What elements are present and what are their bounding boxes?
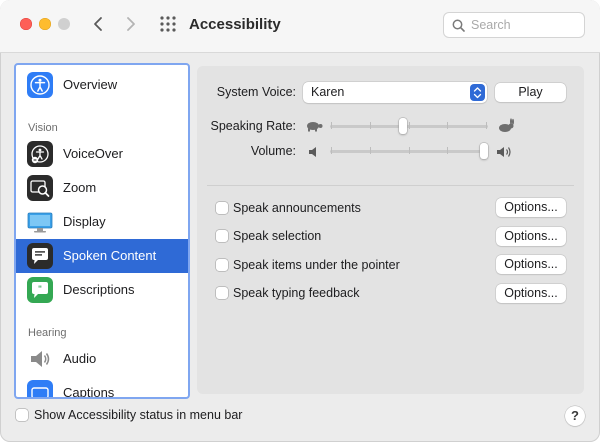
chevron-right-icon — [127, 17, 135, 31]
volume-slider[interactable] — [330, 143, 488, 161]
search-icon — [452, 19, 465, 32]
sidebar-item-label: Descriptions — [63, 282, 135, 297]
speak-selection-label: Speak selection — [233, 229, 322, 243]
sidebar-item-display[interactable]: Display — [16, 205, 188, 239]
speak-announcements-label: Speak announcements — [233, 201, 361, 215]
slider-tick — [370, 122, 371, 129]
sidebar-item-label: Audio — [63, 351, 97, 366]
display-icon — [27, 212, 53, 233]
separator — [207, 185, 574, 186]
window-title: Accessibility — [189, 16, 281, 33]
voiceover-icon — [27, 141, 53, 167]
speak-items-under-pointer-options-button[interactable]: Options... — [496, 255, 566, 274]
slider-tick — [409, 122, 410, 129]
slider-tick — [409, 147, 410, 154]
speak-announcements-options-button[interactable]: Options... — [496, 198, 566, 217]
slider-thumb[interactable] — [480, 143, 488, 159]
slider-tick — [331, 122, 332, 129]
grid-icon — [160, 16, 176, 32]
close-window-button[interactable] — [20, 18, 32, 30]
search-field[interactable]: Search — [443, 12, 585, 38]
preferences-window: Accessibility Search Overview Vision Voi… — [0, 0, 600, 442]
speak-announcements-checkbox[interactable] — [216, 202, 228, 214]
slider-tick — [447, 122, 448, 129]
sidebar: Overview Vision VoiceOver Zoom Display S… — [14, 63, 190, 399]
rabbit-icon — [499, 118, 514, 132]
show-status-in-menu-bar-label: Show Accessibility status in menu bar — [34, 408, 243, 422]
speaker-icon — [31, 351, 50, 367]
slider-tick — [486, 122, 487, 129]
volume-label: Volume: — [250, 144, 296, 158]
slider-tick — [447, 147, 448, 154]
system-voice-popup[interactable]: Karen — [303, 82, 487, 103]
speak-typing-feedback-checkbox[interactable] — [216, 287, 228, 299]
speak-typing-feedback-label: Speak typing feedback — [233, 286, 360, 300]
forward-button[interactable] — [120, 13, 142, 35]
sidebar-item-label: Display — [63, 214, 106, 229]
volume-high-icon — [497, 147, 511, 157]
speaking-rate-label: Speaking Rate: — [210, 119, 296, 133]
speak-typing-feedback-options-button[interactable]: Options... — [496, 284, 566, 303]
sidebar-section-hearing: Hearing — [28, 327, 67, 339]
system-voice-value: Karen — [311, 85, 345, 99]
sidebar-item-zoom[interactable]: Zoom — [16, 171, 188, 205]
speak-selection-checkbox[interactable] — [216, 230, 228, 242]
captions-icon — [27, 380, 53, 397]
search-placeholder: Search — [471, 18, 511, 32]
sidebar-item-captions[interactable]: Captions — [16, 376, 188, 399]
sidebar-item-audio[interactable]: Audio — [16, 342, 188, 376]
slider-thumb[interactable] — [399, 118, 407, 134]
speak-selection-options-button[interactable]: Options... — [496, 227, 566, 246]
zoom-window-button[interactable] — [58, 18, 70, 30]
speak-items-under-pointer-checkbox[interactable] — [216, 259, 228, 271]
help-button[interactable]: ? — [565, 406, 585, 426]
title-bar: Accessibility Search — [0, 0, 600, 53]
sidebar-item-voiceover[interactable]: VoiceOver — [16, 137, 188, 171]
descriptions-icon: " — [27, 277, 53, 303]
system-voice-label: System Voice: — [216, 85, 296, 99]
turtle-icon — [307, 122, 323, 132]
speech-bubble-icon — [27, 243, 53, 269]
show-status-in-menu-bar-checkbox[interactable] — [16, 409, 28, 421]
sidebar-item-label: Captions — [63, 385, 115, 399]
slider-tick — [370, 147, 371, 154]
speaking-rate-slider[interactable] — [330, 118, 488, 136]
speak-items-under-pointer-label: Speak items under the pointer — [233, 258, 400, 272]
show-all-button[interactable] — [157, 13, 179, 35]
sidebar-item-label: Zoom — [63, 180, 97, 195]
sidebar-item-label: Spoken Content — [63, 248, 157, 263]
svg-text:": " — [38, 285, 42, 294]
play-button[interactable]: Play — [495, 83, 566, 102]
sidebar-item-label: VoiceOver — [63, 146, 123, 161]
chevron-left-icon — [94, 17, 102, 31]
volume-low-icon — [309, 147, 316, 157]
zoom-icon — [27, 175, 53, 201]
sidebar-item-overview[interactable]: Overview — [16, 68, 188, 102]
sidebar-item-spoken-content[interactable]: Spoken Content — [16, 239, 188, 273]
accessibility-icon — [27, 72, 53, 98]
back-button[interactable] — [87, 13, 109, 35]
sidebar-section-vision: Vision — [28, 122, 58, 134]
sidebar-item-label: Overview — [63, 77, 118, 92]
minimize-window-button[interactable] — [39, 18, 51, 30]
chevron-up-down-icon — [470, 84, 485, 101]
sidebar-item-descriptions[interactable]: " Descriptions — [16, 273, 188, 307]
slider-tick — [331, 147, 332, 154]
